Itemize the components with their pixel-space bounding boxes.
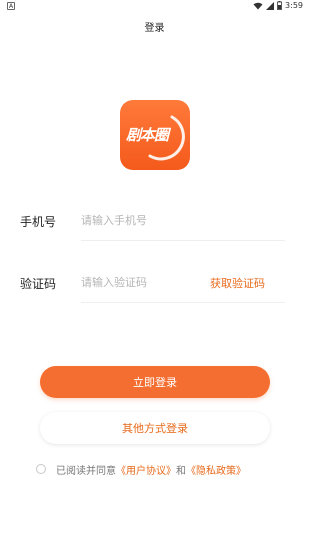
phone-row: 手机号 [20, 201, 285, 241]
agreement-prefix: 已阅读并同意 [56, 465, 116, 477]
battery-icon [277, 1, 282, 10]
agreement: 已阅读并同意 《用户协议》 和 《隐私政策》 [36, 462, 246, 477]
phone-label: 手机号 [20, 215, 57, 229]
privacy-policy-link[interactable]: 《隐私政策》 [186, 462, 246, 477]
phone-input[interactable] [81, 211, 211, 229]
phone-divider [81, 240, 285, 241]
user-agreement-link[interactable]: 《用户协议》 [116, 462, 176, 477]
code-divider [81, 302, 285, 303]
code-label: 验证码 [20, 277, 57, 291]
agreement-and: 和 [176, 465, 186, 477]
status-icons: 3:59 [253, 1, 303, 10]
wifi-icon [253, 2, 263, 9]
signal-icon [266, 1, 275, 10]
app-logo: 剧本圈 [120, 100, 190, 170]
notification-icon: A [7, 2, 15, 10]
code-input[interactable] [81, 273, 211, 291]
code-row: 验证码 获取验证码 [20, 263, 285, 303]
status-time: 3:59 [285, 1, 303, 10]
login-button[interactable]: 立即登录 [40, 366, 270, 398]
other-login-button[interactable]: 其他方式登录 [40, 412, 270, 444]
status-bar: A 3:59 [0, 0, 309, 14]
get-code-button[interactable]: 获取验证码 [210, 275, 265, 291]
page-title: 登录 [144, 23, 165, 34]
logo-text: 剧本圈 [126, 126, 169, 144]
agree-radio[interactable] [36, 464, 46, 474]
